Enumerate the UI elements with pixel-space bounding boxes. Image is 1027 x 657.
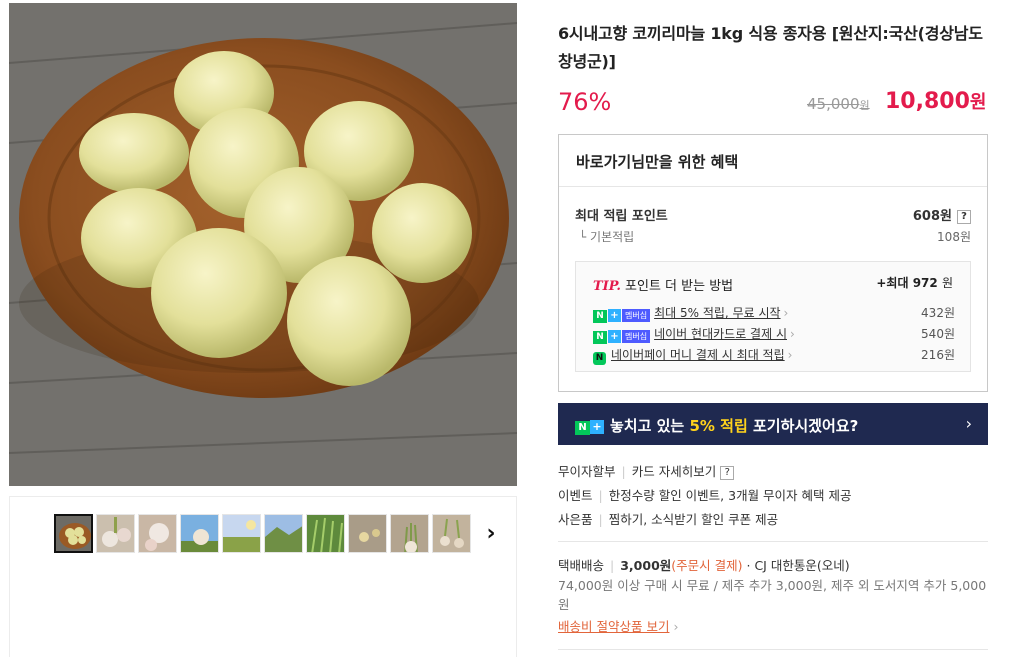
divider xyxy=(558,541,988,542)
naver-n-icon: N xyxy=(593,331,607,344)
thumbnail-8[interactable] xyxy=(348,514,387,553)
thumbnail-10[interactable] xyxy=(432,514,471,553)
max-points-value: 608원 xyxy=(912,209,952,224)
membership-badge: 멤버십 xyxy=(622,330,651,343)
plus-icon: + xyxy=(608,309,621,322)
tip-max-prefix: +최대 xyxy=(876,276,909,290)
shipping-fee-note: (주문시 결제) xyxy=(671,558,743,573)
shipping-saving-text[interactable]: 배송비 절약상품 보기 xyxy=(558,619,669,634)
tip-max: +최대 972 원 xyxy=(876,274,953,291)
installment-label: 무이자할부 xyxy=(558,464,616,479)
thumbnail-2[interactable] xyxy=(96,514,135,553)
plus-icon: + xyxy=(608,330,621,343)
max-points-label: 최대 적립 포인트 xyxy=(575,209,668,224)
chevron-right-icon: › xyxy=(673,619,679,634)
original-price-unit: 원 xyxy=(859,99,870,112)
thumbnail-6[interactable] xyxy=(264,514,303,553)
shipping-details: 74,000원 이상 구매 시 무료 / 제주 추가 3,000원, 제주 외 … xyxy=(558,578,987,612)
gift-label: 사은품 xyxy=(558,512,593,527)
max-points-row: 최대 적립 포인트 608원? xyxy=(575,205,971,224)
chevron-right-icon: › xyxy=(789,327,795,341)
banner-text-before: 놓치고 있는 xyxy=(610,417,690,435)
tip-title: TIP. 포인트 더 받는 방법 xyxy=(593,275,733,294)
product-main-image[interactable] xyxy=(9,3,517,486)
chevron-right-icon: › xyxy=(783,306,789,320)
sale-price-value: 10,800 xyxy=(885,89,970,114)
thumbnail-5[interactable] xyxy=(222,514,261,553)
base-points-label: └ 기본적립 xyxy=(579,230,635,244)
original-price: 45,000원 xyxy=(807,95,870,113)
separator: | xyxy=(621,464,626,479)
tip-item-membership[interactable]: N + 멤버십 최대 5% 적립, 무료 시작 › 432원 xyxy=(593,304,955,323)
plus-icon: + xyxy=(590,420,604,434)
naver-pay-icon: N xyxy=(593,352,606,365)
card-details-link[interactable]: 카드 자세히보기 xyxy=(632,464,716,479)
naver-n-icon: N xyxy=(593,310,607,323)
tip-item-card[interactable]: N + 멤버십 네이버 현대카드로 결제 시 › 540원 xyxy=(593,325,955,344)
thumbnail-3[interactable] xyxy=(138,514,177,553)
product-title: 6시내고향 코끼리마늘 1kg 식용 종자용 [원산지:국산(경상남도 창녕군)… xyxy=(558,24,983,71)
thumbnail-1[interactable] xyxy=(54,514,93,553)
event-label: 이벤트 xyxy=(558,488,593,503)
separator: | xyxy=(598,488,603,503)
thumbnail-7[interactable] xyxy=(306,514,345,553)
banner-text-after: 포기하시겠어요? xyxy=(747,417,859,435)
benefit-box: 바로가기님만을 위한 혜택 최대 적립 포인트 608원? └ 기본적립 108… xyxy=(558,134,988,392)
divider xyxy=(558,649,988,650)
max-points-value-wrap: 608원? xyxy=(913,205,971,224)
banner-highlight: 5% 적립 xyxy=(689,417,748,435)
shipping-fee: 3,000원 xyxy=(620,558,672,573)
tip-item-text[interactable]: 네이버 현대카드로 결제 시 xyxy=(654,327,787,341)
tip-item-value: 540원 xyxy=(921,327,955,341)
membership-banner[interactable]: N + 놓치고 있는 5% 적립 포기하시겠어요? › xyxy=(558,403,988,445)
original-price-value: 45,000 xyxy=(807,95,860,113)
help-icon[interactable]: ? xyxy=(957,210,971,224)
chevron-right-icon: › xyxy=(965,414,972,433)
tip-item-text[interactable]: 최대 5% 적립, 무료 시작 xyxy=(654,306,780,320)
tip-box: TIP. 포인트 더 받는 방법 +최대 972 원 N + 멤버십 최대 5% 적립… xyxy=(575,261,971,372)
tip-label: TIP. xyxy=(593,279,621,294)
shipping-label: 택배배송 xyxy=(558,558,605,573)
gift-text: 찜하기, 소식받기 할인 쿠폰 제공 xyxy=(608,512,779,527)
event-text: 한정수량 할인 이벤트, 3개월 무이자 혜택 제공 xyxy=(608,488,852,503)
thumbnail-list xyxy=(54,514,471,553)
tip-item-text[interactable]: 네이버페이 머니 결제 시 최대 적립 xyxy=(611,348,785,362)
tip-item-pay[interactable]: N 네이버페이 머니 결제 시 최대 적립 › 216원 xyxy=(593,346,955,365)
membership-badge: 멤버십 xyxy=(622,309,651,322)
gift-row: 사은품 | 찜하기, 소식받기 할인 쿠폰 제공 xyxy=(558,509,778,528)
shipping-courier: · CJ 대한통운(오네) xyxy=(746,558,850,573)
help-icon[interactable]: ? xyxy=(720,466,735,480)
chevron-right-icon: › xyxy=(787,348,793,362)
chevron-right-icon[interactable]: › xyxy=(482,520,500,548)
tip-max-value: 972 xyxy=(912,276,938,290)
tip-max-unit: 원 xyxy=(941,276,953,290)
installment-row: 무이자할부 | 카드 자세히보기? xyxy=(558,461,735,480)
base-points-value: 108원 xyxy=(937,230,971,244)
sale-price-unit: 원 xyxy=(969,92,987,113)
separator: | xyxy=(610,558,615,573)
tip-item-value: 216원 xyxy=(921,348,955,362)
tip-item-value: 432원 xyxy=(921,306,955,320)
base-points-row: └ 기본적립 108원 xyxy=(579,228,971,245)
thumbnail-4[interactable] xyxy=(180,514,219,553)
shipping-row: 택배배송 | 3,000원(주문시 결제) · CJ 대한통운(오네) xyxy=(558,555,850,574)
discount-rate: 76% xyxy=(558,88,612,116)
event-row: 이벤트 | 한정수량 할인 이벤트, 3개월 무이자 혜택 제공 xyxy=(558,485,852,504)
tip-title-text: 포인트 더 받는 방법 xyxy=(625,279,734,294)
shipping-saving-link[interactable]: 배송비 절약상품 보기 › xyxy=(558,616,678,635)
benefit-heading: 바로가기님만을 위한 혜택 xyxy=(559,135,987,187)
sale-price: 10,800원 xyxy=(885,88,986,114)
thumbnail-9[interactable] xyxy=(390,514,429,553)
naver-n-icon: N xyxy=(575,421,590,435)
separator: | xyxy=(598,512,603,527)
